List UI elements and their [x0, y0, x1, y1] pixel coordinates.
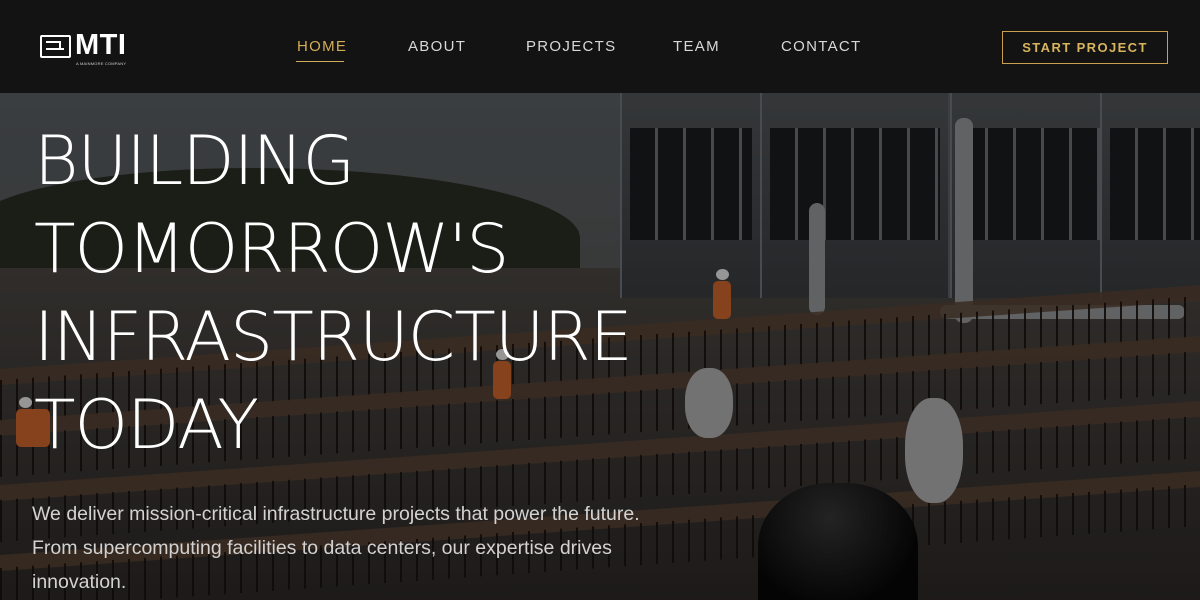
nav-team[interactable]: TEAM [673, 38, 720, 55]
headline-line: TODAY [34, 386, 259, 465]
nav-projects[interactable]: PROJECTS [526, 38, 616, 55]
headline-line: BUILDING [34, 122, 355, 201]
hero-headline: BUILDING TOMORROW'S INFRASTRUCTURE TODAY [34, 118, 774, 470]
headline-line: INFRASTRUCTURE [34, 298, 633, 377]
landing-page: MTI A MAINMORE COMPANY HOME ABOUT PROJEC… [0, 0, 1200, 600]
top-navigation: MTI A MAINMORE COMPANY HOME ABOUT PROJEC… [0, 0, 1200, 93]
active-nav-underline [296, 61, 344, 62]
nav-contact[interactable]: CONTACT [781, 38, 861, 55]
nav-home[interactable]: HOME [297, 38, 347, 55]
headline-line: TOMORROW'S [34, 210, 509, 289]
nav-about[interactable]: ABOUT [408, 38, 466, 55]
hero-subtitle: We deliver mission-critical infrastructu… [32, 503, 640, 593]
start-project-button[interactable]: START PROJECT [1002, 31, 1168, 64]
